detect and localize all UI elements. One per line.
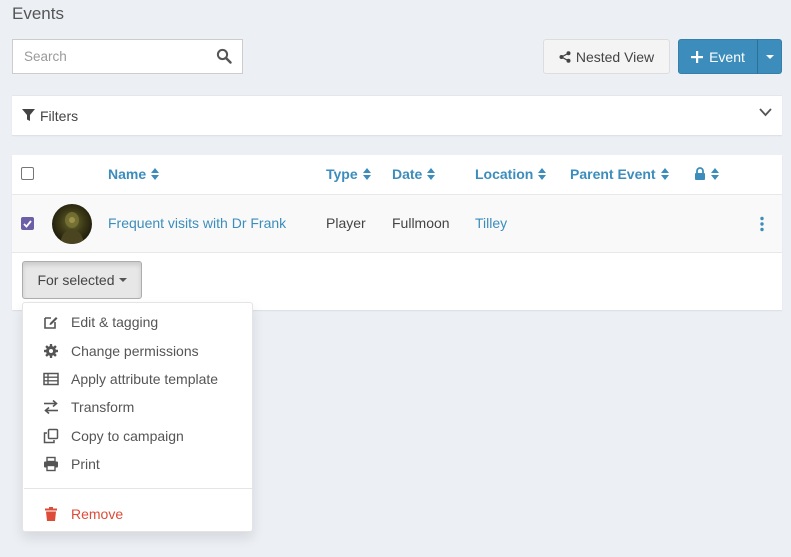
sort-icon	[362, 168, 371, 180]
search-box	[12, 39, 243, 74]
filter-icon	[22, 109, 35, 121]
sort-icon	[538, 168, 547, 180]
avatar-image-icon	[60, 212, 84, 244]
table-header: Name Type Date Location Parent Event	[12, 155, 782, 195]
row-checkbox[interactable]	[21, 217, 34, 230]
chevron-down-icon[interactable]	[759, 108, 772, 117]
sort-icon	[427, 168, 436, 180]
for-selected-label: For selected	[37, 272, 115, 288]
trash-icon	[45, 507, 57, 521]
caret-down-icon	[765, 54, 774, 59]
menu-item-edit-tagging[interactable]: Edit & tagging	[23, 308, 252, 336]
avatar[interactable]	[52, 204, 92, 244]
checkmark-icon	[23, 219, 32, 228]
for-selected-button[interactable]: For selected	[22, 261, 142, 299]
nested-view-label: Nested View	[575, 48, 655, 65]
nested-view-button[interactable]: Nested View	[543, 39, 670, 74]
column-header-location[interactable]: Location	[475, 166, 547, 182]
menu-item-remove[interactable]: Remove	[23, 500, 252, 528]
column-label: Date	[392, 166, 423, 182]
menu-item-apply-attribute-template[interactable]: Apply attribute template	[23, 365, 252, 393]
event-name-link[interactable]: Frequent visits with Dr Frank	[108, 215, 286, 231]
print-icon	[44, 456, 58, 472]
plus-icon	[691, 50, 704, 63]
column-label: Location	[475, 166, 534, 182]
menu-item-label: Print	[71, 456, 100, 472]
table-list-icon	[43, 372, 59, 386]
sort-icon	[660, 168, 669, 180]
menu-item-label: Transform	[71, 399, 135, 415]
lock-icon	[695, 167, 705, 180]
event-date: Fullmoon	[392, 215, 450, 231]
menu-item-label: Apply attribute template	[71, 371, 219, 387]
kebab-menu-icon[interactable]	[758, 216, 766, 232]
search-input[interactable]	[13, 40, 203, 73]
caret-down-icon	[118, 278, 127, 282]
column-header-privacy[interactable]	[694, 167, 719, 180]
column-label: Type	[326, 166, 358, 182]
menu-item-change-permissions[interactable]: Change permissions	[23, 337, 252, 365]
menu-item-label: Copy to campaign	[71, 428, 184, 444]
new-event-dropdown-toggle[interactable]	[757, 39, 782, 74]
menu-item-label: Edit & tagging	[71, 314, 159, 330]
menu-item-label: Change permissions	[71, 343, 199, 359]
menu-item-copy-to-campaign[interactable]: Copy to campaign	[23, 422, 252, 450]
column-header-type[interactable]: Type	[326, 166, 371, 182]
column-header-date[interactable]: Date	[392, 166, 436, 182]
column-label: Name	[108, 166, 147, 182]
exchange-icon	[44, 399, 58, 415]
column-label: Parent Event	[570, 166, 656, 182]
copy-icon	[43, 428, 59, 444]
page-title: Events	[12, 4, 64, 23]
events-table: Name Type Date Location Parent Event Fre…	[12, 155, 782, 310]
filters-panel[interactable]: Filters	[12, 95, 782, 135]
column-header-name[interactable]: Name	[108, 166, 160, 182]
event-type: Player	[326, 215, 366, 231]
new-event-button[interactable]: Event	[678, 39, 758, 74]
table-row[interactable]: Frequent visits with Dr Frank Player Ful…	[12, 195, 782, 253]
bulk-actions-menu: Edit & tagging Change permissions Apply …	[22, 302, 253, 532]
sort-icon	[711, 167, 719, 180]
new-event-label: Event	[709, 48, 745, 65]
filters-label: Filters	[40, 107, 79, 124]
menu-divider	[24, 488, 252, 489]
sort-icon	[151, 168, 160, 180]
gear-icon	[44, 344, 58, 358]
menu-item-transform[interactable]: Transform	[23, 393, 252, 421]
search-icon[interactable]	[216, 48, 232, 64]
event-location-link[interactable]: Tilley	[475, 215, 507, 231]
column-header-parent-event[interactable]: Parent Event	[570, 166, 669, 182]
share-nodes-icon	[559, 50, 571, 63]
edit-icon	[44, 317, 58, 329]
select-all-checkbox[interactable]	[21, 167, 34, 180]
menu-item-label: Remove	[71, 506, 124, 522]
menu-item-print[interactable]: Print	[23, 450, 252, 478]
